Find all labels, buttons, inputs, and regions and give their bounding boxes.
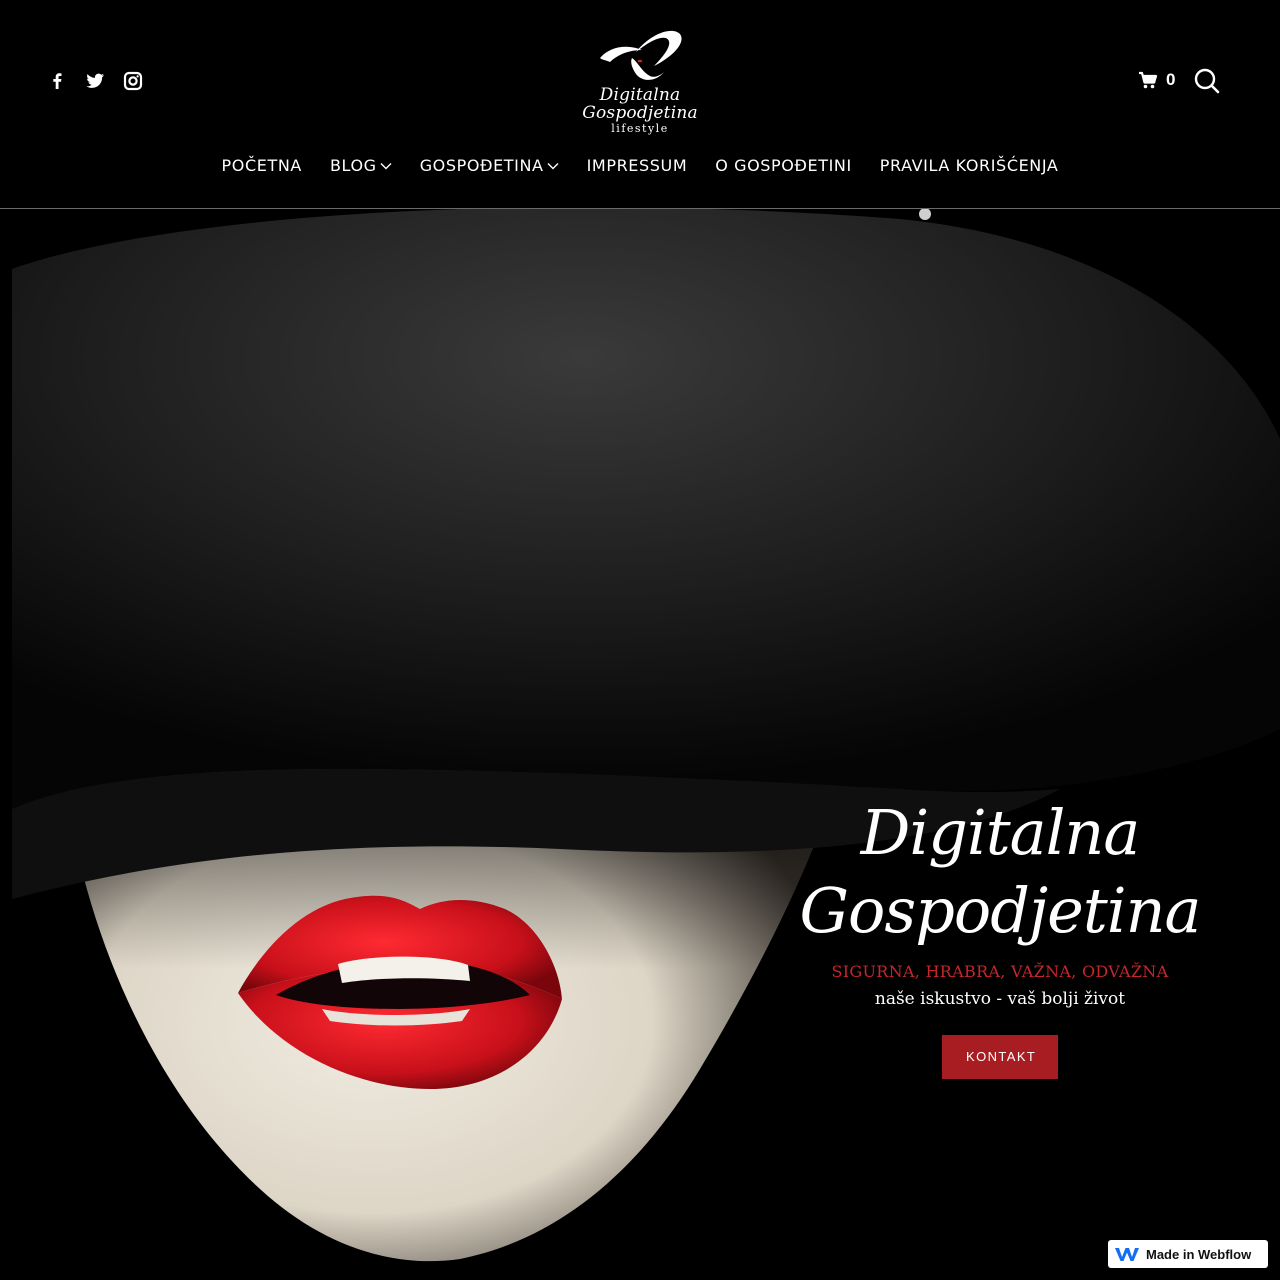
instagram-icon[interactable] (122, 70, 144, 92)
nav-item-label: POČETNA (221, 156, 302, 175)
cart-icon (1139, 71, 1158, 89)
hero-text: Digitalna Gospodjetina SIGURNA, HRABRA, … (740, 794, 1260, 1079)
main-nav: POČETNA BLOG GOSPOĐETINA IMPRESSUM O GOS… (0, 152, 1280, 180)
nav-item-label: O GOSPOĐETINI (715, 156, 852, 175)
nav-item-pocetna[interactable]: POČETNA (222, 152, 302, 180)
chevron-down-icon (547, 163, 559, 170)
twitter-icon[interactable] (84, 70, 106, 92)
contact-button[interactable]: KONTAKT (942, 1035, 1058, 1079)
logo-tagline: lifestyle (611, 122, 669, 135)
site-logo[interactable]: Digitalna Gospodjetina lifestyle (552, 28, 728, 136)
facebook-icon[interactable] (46, 70, 68, 92)
search-icon (1194, 68, 1220, 94)
nav-item-o-gospodjetini[interactable]: O GOSPOĐETINI (715, 152, 852, 180)
webflow-badge-label: Made in Webflow (1146, 1246, 1252, 1262)
nav-item-impressum[interactable]: IMPRESSUM (587, 152, 688, 180)
nav-item-label: IMPRESSUM (586, 156, 688, 175)
webflow-badge[interactable]: Made in Webflow (1108, 1240, 1268, 1268)
hero-tagline: SIGURNA, HRABRA, VAŽNA, ODVAŽNA (831, 962, 1169, 981)
nav-item-label: BLOG (329, 156, 377, 175)
cart-button[interactable]: 0 (1138, 70, 1175, 90)
social-links (46, 70, 144, 92)
hero-slogan: naše iskustvo - vaš bolji život (874, 989, 1126, 1009)
nav-item-label: PRAVILA KORIŠĆENJA (879, 156, 1059, 175)
nav-item-label: GOSPOĐETINA (419, 156, 544, 175)
cart-count: 0 (1166, 70, 1176, 89)
nav-item-gospodjetina[interactable]: GOSPOĐETINA (420, 152, 559, 180)
hero-title: Digitalna Gospodjetina (799, 796, 1202, 947)
search-button[interactable] (1192, 66, 1222, 101)
hero-image (0, 209, 1280, 1280)
hero-section: Digitalna Gospodjetina SIGURNA, HRABRA, … (0, 209, 1280, 1280)
nav-item-blog[interactable]: BLOG (330, 152, 392, 180)
hat-lady-logo-icon (600, 30, 682, 80)
chevron-down-icon (380, 163, 392, 170)
webflow-icon (1115, 1248, 1139, 1261)
nav-item-pravila[interactable]: PRAVILA KORIŠĆENJA (880, 152, 1059, 180)
site-header: Digitalna Gospodjetina lifestyle 0 POČET… (0, 0, 1280, 209)
logo-name: Digitalna Gospodjetina (582, 85, 698, 123)
